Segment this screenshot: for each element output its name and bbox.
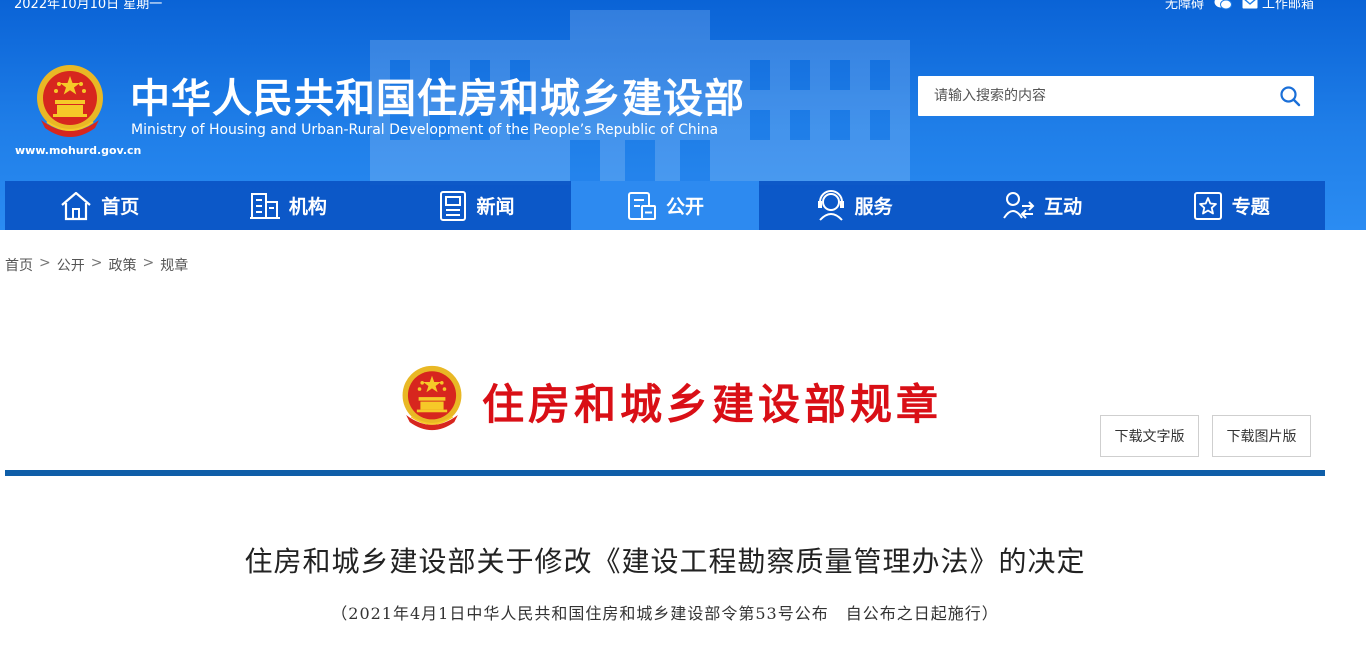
breadcrumb-disclosure[interactable]: 公开 — [57, 255, 85, 275]
main-nav: 首页 机构 新闻 公开 服务 互动 专题 — [5, 181, 1325, 230]
site-title[interactable]: 中华人民共和国住房和城乡建设部 — [130, 66, 745, 124]
nav-label-home: 首页 — [101, 196, 140, 218]
wechat-link[interactable] — [1214, 0, 1232, 10]
nav-label-news: 新闻 — [476, 196, 515, 218]
news-icon — [440, 190, 467, 221]
nav-label-interaction: 互动 — [1044, 196, 1083, 218]
service-icon — [817, 189, 844, 221]
search-button[interactable] — [1266, 76, 1314, 116]
nav-item-topics[interactable]: 专题 — [1136, 181, 1325, 230]
breadcrumb: 首页 > 公开 > 政策 > 规章 — [5, 255, 188, 275]
download-text-version-button[interactable]: 下载文字版 — [1100, 415, 1199, 457]
disclosure-icon — [628, 191, 657, 220]
regulations-banner-title: 住房和城乡建设部规章 — [482, 380, 943, 429]
search-icon — [1280, 86, 1301, 107]
breadcrumb-home[interactable]: 首页 — [5, 255, 33, 275]
work-mail-label: 工作邮箱 — [1261, 0, 1314, 12]
nav-item-interaction[interactable]: 互动 — [948, 181, 1137, 230]
nav-item-home[interactable]: 首页 — [5, 181, 194, 230]
nav-label-disclosure: 公开 — [666, 196, 705, 218]
national-emblem-icon — [402, 365, 462, 431]
topbar-links: 无障碍 工作邮箱 — [1165, 0, 1314, 12]
nav-label-organization: 机构 — [288, 196, 327, 218]
interaction-icon — [1003, 191, 1035, 219]
breadcrumb-separator: > — [90, 255, 103, 271]
site-url[interactable]: www.mohurd.gov.cn — [15, 144, 141, 157]
search-box — [918, 76, 1314, 116]
nav-item-news[interactable]: 新闻 — [382, 181, 571, 230]
section-divider — [5, 470, 1325, 476]
national-emblem[interactable] — [33, 62, 107, 140]
national-emblem-icon — [37, 65, 103, 137]
nav-item-organization[interactable]: 机构 — [194, 181, 383, 230]
breadcrumb-policy[interactable]: 政策 — [108, 255, 136, 275]
nav-item-service[interactable]: 服务 — [759, 181, 948, 230]
current-date: 2022年10月10日 星期一 — [14, 0, 163, 12]
nav-label-service: 服务 — [854, 196, 893, 218]
accessibility-link[interactable]: 无障碍 — [1165, 0, 1204, 12]
document-title: 住房和城乡建设部关于修改《建设工程勘察质量管理办法》的决定 — [244, 545, 1086, 578]
home-icon — [61, 191, 91, 220]
breadcrumb-separator: > — [39, 255, 51, 271]
wechat-icon — [1214, 0, 1232, 9]
search-input[interactable] — [918, 76, 1266, 116]
document-subtitle: （2021年4月1日中华人民共和国住房和城乡建设部令第53号公布 自公布之日起施… — [331, 604, 999, 623]
mail-icon — [1242, 0, 1258, 8]
building-icon — [249, 192, 280, 219]
site-title-english: Ministry of Housing and Urban-Rural Deve… — [131, 122, 719, 138]
nav-item-disclosure[interactable]: 公开 — [570, 181, 760, 230]
accessibility-label: 无障碍 — [1164, 0, 1204, 12]
work-mail-link[interactable]: 工作邮箱 — [1242, 0, 1314, 12]
nav-label-topics: 专题 — [1231, 196, 1270, 218]
download-image-version-button[interactable]: 下载图片版 — [1212, 415, 1311, 457]
breadcrumb-separator: > — [142, 255, 155, 271]
breadcrumb-regulations[interactable]: 规章 — [160, 255, 188, 275]
star-icon — [1193, 191, 1222, 220]
